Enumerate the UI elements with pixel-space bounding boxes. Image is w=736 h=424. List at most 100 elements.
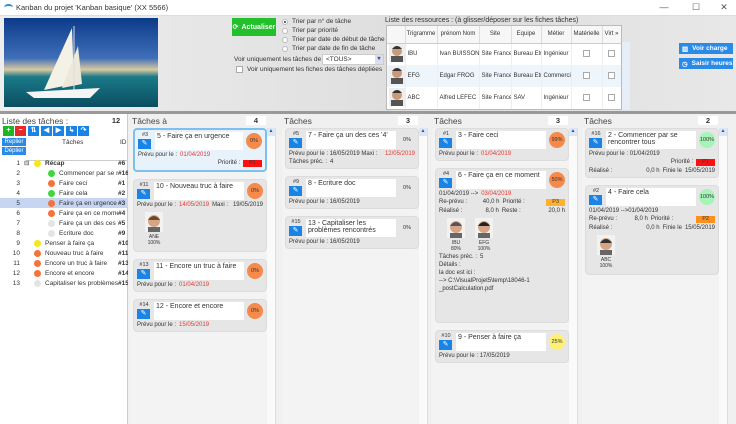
col-virtual[interactable]: Virt » — [602, 26, 621, 44]
material-checkbox[interactable] — [583, 71, 590, 79]
kanban-lane: ▲ #16 ✎ 2 - Commencer par se rencontrer tou… — [582, 128, 728, 424]
task-card[interactable]: #1 ✎ 3 - Faire ceci 99% Prévu pour le :01/04… — [435, 128, 569, 161]
sort-by-start-date-radio[interactable]: Trier par date de début de tâche — [282, 36, 385, 43]
col-trigramme[interactable]: Trigramme — [405, 26, 438, 44]
task-number: #16 — [591, 131, 601, 137]
view-load-button[interactable]: ▥ Voir charge — [679, 43, 733, 54]
task-tree-row[interactable]: 8 Ecriture doc #9 — [0, 228, 128, 238]
task-card[interactable]: #14 ✎ 12 - Encore et encore 0% Prévu pour le… — [133, 299, 267, 332]
task-card[interactable]: #3 ✎ 5 - Faire ça en urgence 0% Prévu pour l… — [133, 128, 267, 172]
task-tree-row[interactable]: 5 Faire ça en urgence #3 — [0, 198, 128, 208]
scroll-up-icon[interactable]: ▲ — [419, 128, 427, 136]
progress-badge: 0% — [247, 263, 263, 279]
task-card[interactable]: #4 ✎ 6 - Faire ça en ce moment 50% 01/04/201… — [435, 168, 569, 323]
col-name[interactable]: prénom Nom — [437, 26, 480, 44]
edit-pencil-icon[interactable]: ✎ — [589, 138, 602, 148]
minimize-button[interactable]: — — [654, 2, 674, 14]
resources-table[interactable]: Trigramme prénom Nom Site Equipe Métier … — [386, 25, 622, 110]
task-tree-row[interactable]: 1 ⊟ Récap #6 — [0, 158, 128, 168]
scroll-up-icon[interactable]: ▲ — [569, 128, 577, 136]
task-tree-row[interactable]: 13 Capitaliser les problèmes rencontrés#1… — [0, 278, 128, 288]
refresh-button[interactable]: ⟳ Actualiser — [232, 18, 276, 36]
edit-pencil-icon[interactable]: ✎ — [137, 309, 150, 319]
edit-pencil-icon[interactable]: ✎ — [439, 340, 452, 350]
edit-pencil-icon[interactable]: ✎ — [439, 138, 452, 148]
edit-pencil-icon[interactable]: ✎ — [138, 139, 151, 149]
scroll-up-icon[interactable]: ▲ — [267, 128, 275, 136]
task-card[interactable]: #9 ✎ 8 - Ecriture doc 0% Prévu pour le : 16/… — [285, 176, 419, 209]
edit-pencil-icon[interactable]: ✎ — [137, 189, 150, 199]
resource-material-cell — [571, 87, 603, 109]
resources-vertical-scrollbar[interactable] — [622, 42, 630, 110]
lane-scrollbar[interactable]: ▲ — [719, 128, 727, 424]
task-card[interactable]: #15 ✎ 13 - Capitaliser les problèmes renco… — [285, 216, 419, 249]
task-card[interactable]: #16 ✎ 2 - Commencer par se rencontrer tous… — [585, 128, 719, 178]
expand-button[interactable]: Déplier — [2, 147, 26, 155]
task-tree-row[interactable]: 2 Commencer par se rencontrer tous#16 — [0, 168, 128, 178]
sort-by-end-date-radio[interactable]: Trier par date de fin de tâche — [282, 45, 375, 52]
status-dot-icon — [34, 239, 41, 247]
lane-scrollbar[interactable]: ▲ — [267, 128, 275, 424]
task-card[interactable]: #11 ✎ 10 - Nouveau truc à faire 0% Prévu pou… — [133, 179, 267, 252]
resource-row[interactable]: IBUIvan BUISSONSite FranceBureau EtudesI… — [387, 43, 621, 65]
virtual-checkbox[interactable] — [608, 93, 615, 101]
move-up-down-button[interactable]: ⇅ — [28, 126, 39, 136]
card-field: Prévu pour le : — [137, 202, 177, 208]
avatar-photo — [597, 235, 615, 255]
col-team[interactable]: Equipe — [511, 26, 542, 44]
indent-button[interactable]: ▶ — [53, 126, 64, 136]
sort-by-priority-radio[interactable]: Trier par priorité — [282, 27, 338, 34]
card-field: 15/05/2019 — [684, 225, 715, 231]
lane-scrollbar[interactable]: ▲ — [569, 128, 577, 424]
close-button[interactable]: ✕ — [714, 2, 734, 14]
task-tree-row[interactable]: 10 Nouveau truc à faire #11 — [0, 248, 128, 258]
task-tree-row[interactable]: 3 Faire ceci #1 — [0, 178, 128, 188]
edit-pencil-icon[interactable]: ✎ — [439, 178, 452, 188]
lane-scrollbar[interactable]: ▲ — [419, 128, 427, 424]
edit-pencil-icon[interactable]: ✎ — [289, 186, 302, 196]
col-material[interactable]: Matérielle — [571, 26, 603, 44]
maximize-button[interactable]: ☐ — [686, 2, 706, 14]
resource-avatar[interactable]: EFG 100% — [475, 218, 493, 252]
task-tree-row[interactable]: 12 Encore et encore #14 — [0, 268, 128, 278]
edit-pencil-icon[interactable]: ✎ — [289, 138, 302, 148]
resource-name: Edgar FROG — [437, 65, 480, 87]
scroll-up-icon[interactable]: ▲ — [719, 128, 727, 136]
remove-task-button[interactable]: − — [15, 126, 26, 136]
task-tree-row[interactable]: 7 Faire ça un des ces '4' #5 — [0, 218, 128, 228]
virtual-checkbox[interactable] — [608, 49, 615, 57]
task-tree-row[interactable]: 6 Faire ça en ce moment#4 — [0, 208, 128, 218]
sort-by-number-radio[interactable]: Trier par n° de tâche — [282, 18, 351, 25]
task-card[interactable]: #2 ✎ 4 - Faire cela 100% 01/04/2019 -->01/04… — [585, 185, 719, 275]
link-button[interactable]: ↳ — [66, 126, 77, 136]
col-site[interactable]: Site — [479, 26, 512, 44]
resource-tri: IBU — [405, 43, 438, 65]
resource-row[interactable]: EFGEdgar FROGSite FranceBureau EtudesCom… — [387, 65, 621, 87]
card-title: 13 - Capitaliser les problèmes rencontré… — [306, 219, 396, 237]
task-tree-row[interactable]: 4 Faire cela #2 — [0, 188, 128, 198]
task-card[interactable]: #10 ✎ 9 - Penser à faire ça 25% Prévu pour l… — [435, 330, 569, 363]
unfolded-only-checkbox[interactable]: Voir uniquement les fiches des tâches dé… — [236, 66, 382, 73]
filter-select[interactable]: <TOUS> ▾ — [322, 54, 384, 65]
resource-avatar[interactable]: IBU 80% — [447, 218, 465, 252]
task-tree-row[interactable]: 9 Penser à faire ça #10 — [0, 238, 128, 248]
material-checkbox[interactable] — [583, 93, 590, 101]
outdent-button[interactable]: ◀ — [41, 126, 52, 136]
material-checkbox[interactable] — [583, 49, 590, 57]
edit-pencil-icon[interactable]: ✎ — [589, 195, 602, 205]
virtual-checkbox[interactable] — [608, 71, 615, 79]
collapse-button[interactable]: Replier — [2, 138, 26, 146]
resource-avatar[interactable]: ABC 100% — [597, 235, 615, 269]
enter-hours-button[interactable]: ◷ Saisir heures — [679, 58, 733, 69]
edit-pencil-icon[interactable]: ✎ — [137, 269, 150, 279]
edit-pencil-icon[interactable]: ✎ — [289, 226, 302, 236]
col-job[interactable]: Métier — [541, 26, 572, 44]
task-card[interactable]: #13 ✎ 11 - Encore un truc à faire 0% Prévu p… — [133, 259, 267, 292]
task-tree-row[interactable]: 11 Encore un truc à faire #13 — [0, 258, 128, 268]
resource-avatar[interactable]: ANE 100% — [145, 212, 163, 246]
add-task-button[interactable]: + — [3, 126, 14, 136]
resource-row[interactable]: ABC Alfred LEFEC Site France SAV Ingénieur — [387, 87, 621, 109]
unlink-button[interactable]: ↷ — [78, 126, 89, 136]
task-card[interactable]: #5 ✎ 7 - Faire ça un des ces '4' 0% Prévu po… — [285, 128, 419, 169]
expand-toggle-icon[interactable]: ⊟ — [24, 159, 34, 167]
